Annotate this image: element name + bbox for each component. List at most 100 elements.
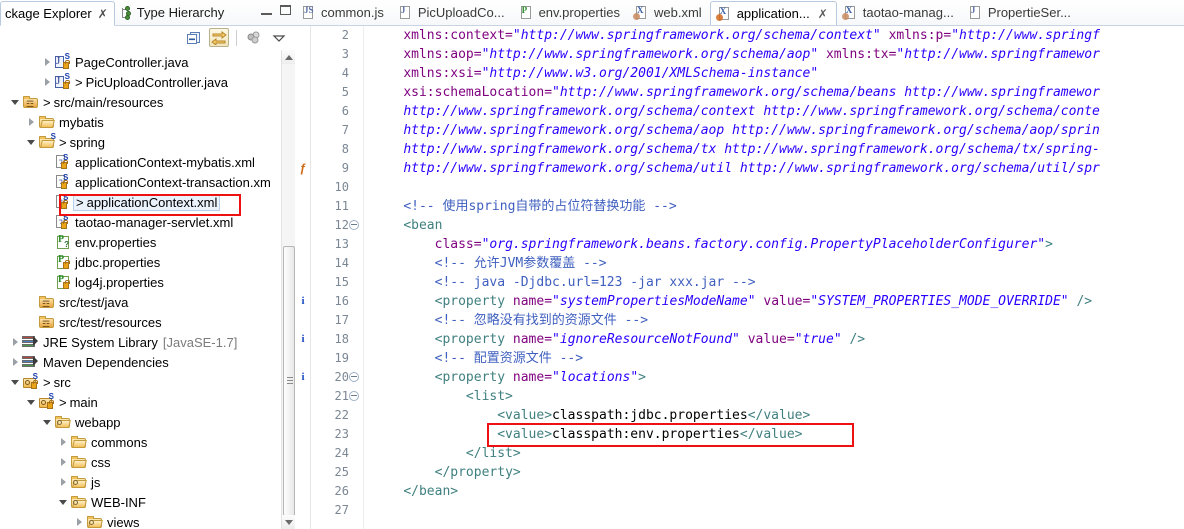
package-explorer-tree[interactable]: J S PageController.java J S > PicUploadControl… — [0, 50, 281, 529]
expand-arrow-icon[interactable] — [24, 118, 38, 126]
tree-item-web-inf[interactable]: WEB-INF — [0, 492, 281, 512]
code-token: xmlns:p= — [888, 28, 952, 43]
xml-editor[interactable]: ƒ i i i 2 3 4 5 6 7 8 9 10 11 12 13 14 15 16 17 18 19 20 21 22 2… — [295, 26, 1184, 529]
editor-tab-label: PicUploadCo... — [417, 5, 505, 20]
tree-item-icon: ☲ — [38, 294, 56, 310]
scrollbar-grip-icon — [287, 377, 293, 385]
maximize-icon[interactable] — [280, 5, 291, 15]
code-line: <!-- 使用spring自带的占位符替换功能 --> — [372, 197, 1184, 216]
tree-item-label: webapp — [75, 414, 121, 430]
tree-item-src[interactable]: S > src — [0, 372, 281, 392]
folding-ruler[interactable] — [353, 26, 364, 529]
editor-tabbar[interactable]: JS common.js J PicUploadCo... Penv.propertie… — [295, 0, 1184, 26]
line-number-value: 6 — [341, 104, 349, 118]
line-number: 11 — [311, 197, 350, 216]
tree-item-src-test-java[interactable]: ☲ src/test/java — [0, 292, 281, 312]
editor-tab-web-xml[interactable]: Xweb.xml — [628, 0, 710, 25]
properties-file-icon: P — [55, 274, 70, 289]
tab-package-explorer[interactable]: ckage Explorer ✗ — [0, 1, 115, 26]
chevron-down-icon[interactable] — [269, 28, 289, 47]
expand-arrow-icon[interactable] — [40, 78, 54, 86]
package-explorer-toolbar — [0, 26, 295, 50]
tree-item-spring[interactable]: S > spring — [0, 132, 281, 152]
tree-item-css[interactable]: css — [0, 452, 281, 472]
collapse-arrow-icon[interactable] — [56, 499, 70, 505]
line-number: 13 — [311, 235, 350, 254]
tree-item-mybatis[interactable]: mybatis — [0, 112, 281, 132]
link-with-editor-icon[interactable] — [209, 28, 229, 47]
tree-item-pagecontroller-java[interactable]: J S PageController.java — [0, 52, 281, 72]
tab-type-hierarchy[interactable]: Type Hierarchy — [115, 0, 230, 25]
code-line: <!-- 忽略没有找到的资源文件 --> — [372, 311, 1184, 330]
editor-tab-taotao-manag-[interactable]: Xtaotao-manag... — [837, 0, 962, 25]
warning-marker-icon[interactable]: ƒ — [297, 160, 309, 176]
tree-item-maven-dependencies[interactable]: Maven Dependencies — [0, 352, 281, 372]
editor-tab-common-js[interactable]: JS common.js — [295, 0, 392, 25]
tree-item-picuploadcontroller-java[interactable]: J S > PicUploadController.java — [0, 72, 281, 92]
tree-item-jre-system-library[interactable]: JRE System Library [JavaSE-1.7] — [0, 332, 281, 352]
code-line: <value>classpath:jdbc.properties</value> — [372, 406, 1184, 425]
collapse-arrow-icon[interactable] — [8, 99, 22, 105]
editor-tab-application-[interactable]: Xapplication... ✗ — [709, 1, 837, 25]
collapse-arrow-icon[interactable] — [40, 419, 54, 425]
scrollbar-thumb[interactable] — [283, 246, 295, 516]
editor-tab-picuploadco-[interactable]: J PicUploadCo... — [392, 0, 513, 25]
tree-item-commons[interactable]: commons — [0, 432, 281, 452]
tree-item-env-properties[interactable]: P? env.properties — [0, 232, 281, 252]
library-icon — [22, 356, 38, 367]
editor-tab-env-properties[interactable]: Penv.properties — [513, 0, 628, 25]
annotation-ruler[interactable]: ƒ i i i — [295, 26, 311, 529]
expand-arrow-icon[interactable] — [72, 518, 86, 526]
collapse-arrow-icon[interactable] — [24, 399, 38, 405]
fold-collapse-icon[interactable] — [349, 220, 359, 230]
tree-item-applicationcontext-transaction-xm[interactable]: ↴S applicationContext-transaction.xm — [0, 172, 281, 192]
code-text-area[interactable]: xmlns:context="http://www.springframewor… — [364, 26, 1184, 529]
tree-item-log4j-properties[interactable]: Plog4j.properties — [0, 272, 281, 292]
tree-item-label: src/test/java — [59, 294, 129, 310]
filters-icon[interactable] — [244, 28, 264, 47]
type-hierarchy-icon — [119, 5, 133, 20]
fold-collapse-icon[interactable] — [349, 391, 359, 401]
tree-item-webapp[interactable]: webapp — [0, 412, 281, 432]
close-icon[interactable]: ✗ — [818, 7, 828, 21]
tree-item-src-main-resources[interactable]: ☲ > src/main/resources — [0, 92, 281, 112]
expand-arrow-icon[interactable] — [56, 458, 70, 466]
fold-collapse-icon[interactable] — [349, 372, 359, 382]
expand-arrow-icon[interactable] — [8, 338, 22, 346]
tree-item-applicationcontext-xml[interactable]: ↴S >applicationContext.xml — [0, 192, 281, 212]
line-number-ruler: 2 3 4 5 6 7 8 9 10 11 12 13 14 15 16 17 18 19 20 21 22 23 24 25… — [311, 26, 359, 529]
collapse-arrow-icon[interactable] — [24, 139, 38, 145]
file-type-icon: J — [398, 5, 413, 20]
code-token: class= — [434, 237, 482, 252]
tree-item-main[interactable]: S > main — [0, 392, 281, 412]
info-marker-icon[interactable]: i — [297, 331, 309, 347]
expand-arrow-icon[interactable] — [40, 58, 54, 66]
expand-arrow-icon[interactable] — [56, 478, 70, 486]
collapse-arrow-icon[interactable] — [8, 379, 22, 385]
code-token: <property — [434, 370, 506, 385]
tree-vertical-scrollbar[interactable] — [281, 50, 295, 529]
properties-file-icon: P? — [57, 234, 69, 249]
tree-item-views[interactable]: views — [0, 512, 281, 529]
tree-item-src-test-resources[interactable]: ☲ src/test/resources — [0, 312, 281, 332]
tree-item-js[interactable]: js — [0, 472, 281, 492]
line-number-value: 22 — [334, 408, 349, 422]
info-marker-icon[interactable]: i — [297, 369, 309, 385]
tree-item-jdbc-properties[interactable]: Pjdbc.properties — [0, 252, 281, 272]
expand-arrow-icon[interactable] — [56, 438, 70, 446]
close-icon[interactable]: ✗ — [98, 7, 108, 21]
source-package-icon: S — [38, 392, 54, 409]
scroll-up-arrow-icon[interactable] — [282, 50, 295, 64]
code-token: xmlns:xsi= — [403, 66, 482, 81]
info-marker-icon[interactable]: i — [297, 293, 309, 309]
tree-item-taotao-manager-servlet-xml[interactable]: ↴S taotao-manager-servlet.xml — [0, 212, 281, 232]
editor-tab-propertieser-[interactable]: J PropertieSer... — [962, 0, 1079, 25]
collapse-all-icon[interactable] — [184, 28, 204, 47]
tree-item-applicationcontext-mybatis-xml[interactable]: ↴S applicationContext-mybatis.xml — [0, 152, 281, 172]
minimize-icon[interactable] — [261, 6, 272, 15]
scroll-down-arrow-icon[interactable] — [282, 515, 295, 529]
expand-arrow-icon[interactable] — [8, 358, 22, 366]
